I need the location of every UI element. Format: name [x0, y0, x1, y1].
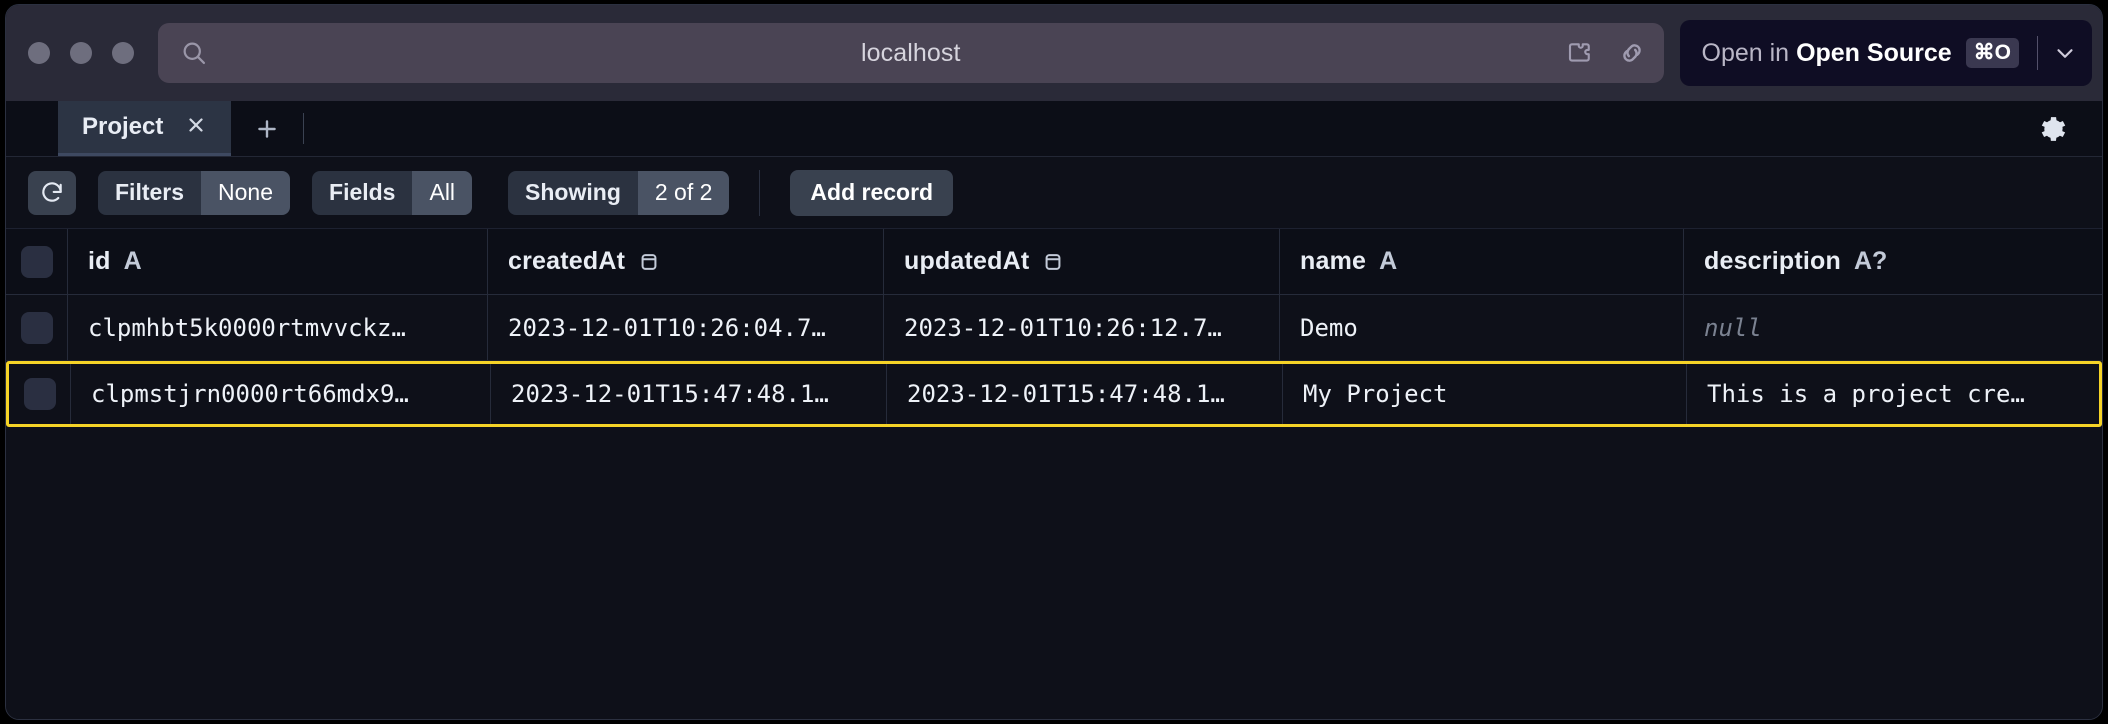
- column-name: createdAt: [508, 247, 625, 276]
- column-header-description[interactable]: description A?: [1684, 229, 2102, 294]
- cell-description[interactable]: This is a project cre…: [1687, 364, 2099, 424]
- search-icon: [180, 39, 208, 67]
- address-bar-actions: [1564, 37, 1648, 69]
- filters-pill[interactable]: Filters None: [98, 171, 290, 215]
- minimize-window-button[interactable]: [70, 42, 92, 64]
- cell-id[interactable]: clpmhbt5k0000rtmvvckz…: [68, 295, 488, 360]
- table-header-row: id A createdAt updatedAt: [6, 229, 2102, 295]
- checkbox-icon: [24, 378, 56, 410]
- close-icon[interactable]: [185, 114, 207, 141]
- filters-value: None: [201, 171, 290, 215]
- column-type-text-nullable-icon: A?: [1854, 247, 1887, 276]
- cell-value: clpmstjrn0000rt66mdx9…: [91, 380, 409, 408]
- showing-value: 2 of 2: [638, 171, 730, 215]
- new-tab-button[interactable]: [231, 101, 303, 156]
- checkbox-icon: [21, 246, 53, 278]
- select-all-checkbox[interactable]: [6, 229, 68, 294]
- column-name: id: [88, 247, 111, 276]
- close-window-button[interactable]: [28, 42, 50, 64]
- fields-pill[interactable]: Fields All: [312, 171, 472, 215]
- column-name: updatedAt: [904, 247, 1029, 276]
- column-type-text-icon: A: [124, 247, 142, 276]
- cell-value: Demo: [1300, 314, 1358, 342]
- fields-value: All: [412, 171, 472, 215]
- table-row-selected[interactable]: clpmstjrn0000rt66mdx9… 2023-12-01T15:47:…: [6, 361, 2102, 427]
- open-in-app-button[interactable]: Open in Open Source ⌘O: [1680, 20, 2093, 86]
- calendar-icon: [1042, 251, 1064, 273]
- cell-value: 2023-12-01T15:47:48.1…: [907, 380, 1225, 408]
- fields-label: Fields: [312, 171, 412, 215]
- toolbar-divider: [759, 170, 760, 216]
- column-header-id[interactable]: id A: [68, 229, 488, 294]
- page-title: localhost: [158, 39, 1664, 68]
- showing-pill[interactable]: Showing 2 of 2: [508, 171, 729, 215]
- table-row[interactable]: clpmhbt5k0000rtmvvckz… 2023-12-01T10:26:…: [6, 295, 2102, 361]
- cell-updatedAt[interactable]: 2023-12-01T15:47:48.1…: [887, 364, 1283, 424]
- records-table: id A createdAt updatedAt: [6, 229, 2102, 719]
- address-bar[interactable]: localhost: [158, 23, 1664, 83]
- column-header-updatedAt[interactable]: updatedAt: [884, 229, 1280, 294]
- cell-value: 2023-12-01T15:47:48.1…: [511, 380, 829, 408]
- tab-strip: Project: [6, 101, 2102, 157]
- browser-window: localhost Open in Open Source ⌘O: [5, 4, 2103, 720]
- cell-updatedAt[interactable]: 2023-12-01T10:26:12.7…: [884, 295, 1280, 360]
- calendar-icon: [638, 251, 660, 273]
- tab-separator: [303, 113, 304, 144]
- title-bar: localhost Open in Open Source ⌘O: [6, 5, 2102, 101]
- cell-value: clpmhbt5k0000rtmvvckz…: [88, 314, 406, 342]
- puzzle-piece-icon[interactable]: [1564, 37, 1596, 69]
- add-record-label: Add record: [810, 179, 933, 206]
- column-header-name[interactable]: name A: [1280, 229, 1684, 294]
- tab-project[interactable]: Project: [58, 101, 231, 156]
- cell-value: 2023-12-01T10:26:04.7…: [508, 314, 826, 342]
- add-record-button[interactable]: Add record: [790, 170, 953, 216]
- cell-value: 2023-12-01T10:26:12.7…: [904, 314, 1222, 342]
- zoom-window-button[interactable]: [112, 42, 134, 64]
- cell-id[interactable]: clpmstjrn0000rt66mdx9…: [71, 364, 491, 424]
- column-header-createdAt[interactable]: createdAt: [488, 229, 884, 294]
- open-button-shortcut: ⌘O: [1966, 38, 2019, 68]
- cell-createdAt[interactable]: 2023-12-01T10:26:04.7…: [488, 295, 884, 360]
- cell-name[interactable]: My Project: [1283, 364, 1687, 424]
- filters-label: Filters: [98, 171, 201, 215]
- checkbox-icon: [21, 312, 53, 344]
- chevron-down-icon[interactable]: [2038, 20, 2092, 86]
- showing-label: Showing: [508, 171, 638, 215]
- cell-createdAt[interactable]: 2023-12-01T15:47:48.1…: [491, 364, 887, 424]
- tab-label: Project: [82, 113, 163, 141]
- gear-icon[interactable]: [2034, 112, 2068, 146]
- column-name: description: [1704, 247, 1841, 276]
- table-toolbar: Filters None Fields All Showing 2 of 2 A…: [6, 157, 2102, 229]
- cell-name[interactable]: Demo: [1280, 295, 1684, 360]
- cell-description[interactable]: null: [1684, 295, 2102, 360]
- open-button-target: Open Source: [1796, 39, 1952, 68]
- open-button-prefix: Open in: [1702, 39, 1790, 68]
- refresh-icon[interactable]: [28, 171, 76, 215]
- column-type-text-icon: A: [1379, 247, 1397, 276]
- traffic-lights: [28, 42, 158, 64]
- cell-value: My Project: [1303, 380, 1448, 408]
- cell-value: null: [1704, 314, 1762, 342]
- link-icon[interactable]: [1616, 37, 1648, 69]
- row-checkbox[interactable]: [6, 295, 68, 360]
- column-name: name: [1300, 247, 1366, 276]
- cell-value: This is a project cre…: [1707, 380, 2025, 408]
- row-checkbox[interactable]: [9, 364, 71, 424]
